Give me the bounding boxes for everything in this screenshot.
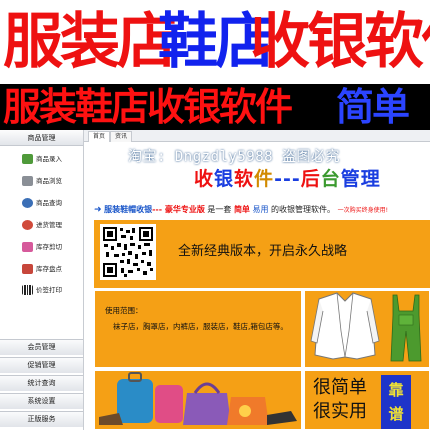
desc-easy: 易用 (249, 205, 269, 214)
simple-practical-panel: 很简单 很实用 靠 谱 (304, 370, 430, 430)
tab-home[interactable]: 首页 (88, 131, 111, 142)
backend-title-dashes: --- (274, 168, 301, 190)
very-simple-text: 很简单 (313, 377, 367, 398)
handbag-icon (183, 382, 269, 425)
sidebar: 商品管理 商品录入 商品浏览 商品查询 进货管理 库存剪切 库存盘点 价签打印 … (0, 130, 84, 430)
banner-text-clothing-store: 服装店 (3, 7, 177, 77)
backend-title-char: 管 (340, 168, 361, 190)
backend-title-char: 件 (254, 168, 275, 190)
sidebar-header-product-management[interactable]: 商品管理 (0, 130, 83, 146)
sidebar-group-settings[interactable]: 系统设置 (0, 393, 83, 409)
sidebar-item-label: 库存剪切 (36, 243, 62, 251)
usage-value: 袜子店，胸罩店，内裤店，服装店，鞋店,箱包店等。 (113, 322, 288, 331)
backend-title-char: 台 (320, 168, 341, 190)
sidebar-group-statistics[interactable]: 统计查询 (0, 375, 83, 391)
sidebar-group-license-service[interactable]: 正版服务 (0, 411, 83, 427)
backend-title-char: 软 (234, 168, 255, 190)
product-search-icon (22, 198, 33, 208)
sidebar-group-member[interactable]: 会员管理 (0, 339, 83, 355)
sidebar-item-label: 库存盘点 (36, 265, 62, 273)
overalls-icon (390, 294, 422, 362)
tab-news[interactable]: 资讯 (110, 131, 133, 142)
sidebar-item-label: 商品浏览 (36, 177, 62, 185)
backend-title-char: 理 (360, 168, 381, 190)
description-line: ➜ 服装鞋帽收银--- 豪华专业版 是一套 简单 易用 的收银管理软件。 一次购… (94, 203, 424, 217)
product-entry-icon (22, 154, 33, 164)
banner-title: 服装店 鞋店 收银软件 (0, 0, 430, 84)
usage-scope-panel: 使用范围： 袜子店，胸罩店，内裤店，服装店，鞋店,箱包店等。 (94, 290, 302, 368)
sidebar-item-label: 进货管理 (36, 221, 62, 229)
reliable-char-2: 谱 (388, 405, 404, 423)
taobao-watermark: 淘宝: Dngzdly5988 盗图必究 (128, 149, 341, 165)
sidebar-item-label: 价签打印 (36, 286, 62, 294)
bags-shoes-image (94, 370, 302, 430)
suitcase-icon (117, 372, 183, 423)
usage-label: 使用范围： (105, 306, 143, 315)
arrow-icon: ➜ (94, 205, 102, 215)
jacket-icon (310, 292, 380, 360)
subtitle-main: 服装鞋店收银软件 (3, 85, 293, 129)
sidebar-item-label: 商品录入 (36, 155, 62, 163)
banner-text-pos-software: 收银软件 (250, 7, 430, 77)
backend-title: 收银软件---后台管理 (194, 164, 381, 191)
product-browse-icon (22, 176, 33, 186)
stock-cut-icon (22, 242, 33, 252)
backend-title-char: 后 (300, 168, 321, 190)
barcode-icon (22, 285, 33, 295)
backend-title-char: 银 (214, 168, 235, 190)
product-name: 服装鞋帽收银 (104, 205, 153, 214)
main-content: 首页 资讯 收银软件---后台管理 ➜ 服装鞋帽收银--- 豪华专业版 是一套 … (84, 130, 430, 430)
sidebar-group-promotion[interactable]: 促销管理 (0, 357, 83, 373)
banner-subtitle: 服装鞋店收银软件 简单 (0, 84, 430, 130)
reliable-badge: 靠 谱 (381, 375, 411, 429)
subtitle-simple: 简单 (336, 85, 410, 129)
very-practical-text: 很实用 (313, 401, 367, 422)
edition-name: --- 豪华专业版 (152, 205, 205, 214)
desc-rest: 的收银管理软件。 (268, 205, 336, 214)
clothing-image (304, 290, 430, 368)
desc-text: 是一套 (204, 205, 234, 214)
qr-code-icon (100, 224, 156, 280)
purchase-icon (22, 220, 33, 230)
tab-bar: 首页 资讯 (84, 130, 430, 142)
stock-check-icon (22, 264, 33, 274)
desc-simple: 简单 (233, 205, 250, 214)
backend-title-char: 收 (194, 168, 215, 190)
lifetime-note: 一次购买终身使用! (337, 207, 388, 214)
promo-band: 全新经典版本，开启永久战略 (94, 220, 430, 288)
reliable-char-1: 靠 (388, 381, 404, 399)
sidebar-item-label: 商品查询 (36, 199, 62, 207)
slogan-text: 全新经典版本，开启永久战略 (178, 244, 348, 259)
